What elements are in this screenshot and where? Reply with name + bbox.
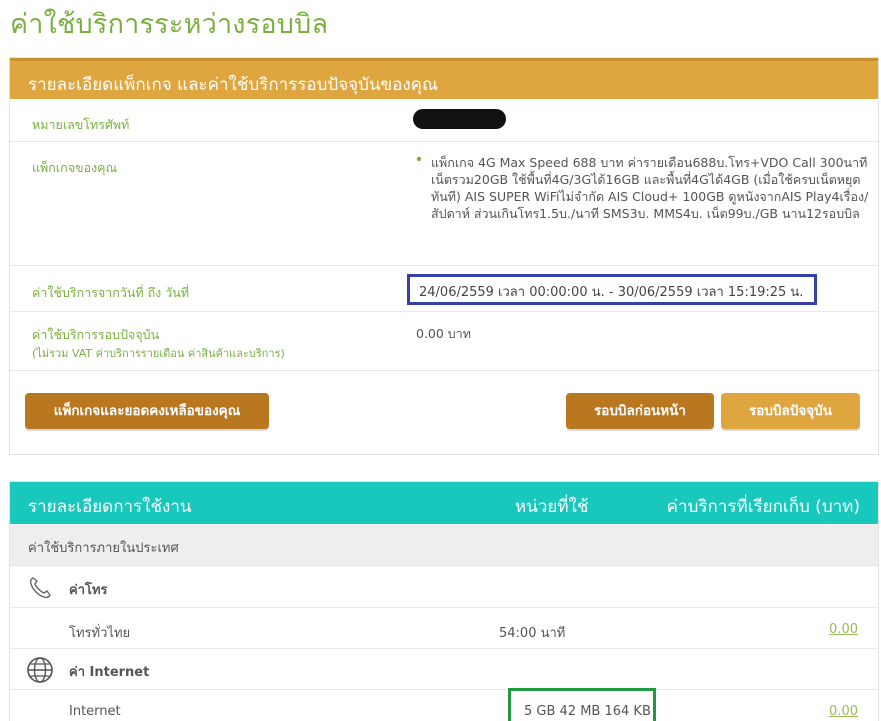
current-charges-label: ค่าใช้บริการรอบปัจจุบัน (32, 327, 160, 342)
page-title: ค่าใช้บริการระหว่างรอบบิล (10, 9, 329, 40)
internet-item-label: Internet (69, 704, 121, 719)
package-panel-header: รายละเอียดแพ็กเกจ และค่าใช้บริการรอบปัจจ… (10, 58, 878, 99)
package-description: แพ็กเกจ 4G Max Speed 688 บาท ค่ารายเดือน… (431, 155, 869, 221)
call-section-label: ค่าโทร (69, 583, 108, 598)
domestic-category-label: ค่าใช้บริการภายในประเทศ (28, 541, 179, 556)
internet-section-label: ค่า Internet (69, 665, 150, 680)
billing-period-value: 24/06/2559 เวลา 00:00:00 น. - 30/06/2559… (419, 285, 804, 300)
usage-table-header: รายละเอียดการใช้งาน หน่วยที่ใช้ ค่าบริกา… (10, 482, 878, 524)
internet-section-row: ค่า Internet (10, 649, 878, 690)
package-label: แพ็กเกจของคุณ (32, 160, 118, 175)
billing-period-label: ค่าใช้บริการจากวันที่ ถึง วันที่ (32, 285, 190, 300)
usage-details-panel: รายละเอียดการใช้งาน หน่วยที่ใช้ ค่าบริกา… (9, 481, 879, 721)
call-item-units: 54:00 นาที (499, 626, 566, 641)
redacted-phone-number (413, 109, 506, 129)
call-section-row: ค่าโทร (10, 567, 878, 608)
previous-bill-button[interactable]: รอบบิลก่อนหน้า (566, 393, 714, 429)
internet-item-fee-link[interactable]: 0.00 (829, 704, 858, 719)
internet-units-highlight (508, 688, 656, 721)
current-charges-value: 0.00 บาท (416, 326, 471, 341)
table-row: โทรทั่วไทย 54:00 นาที 0.00 (10, 608, 878, 649)
package-details-panel: รายละเอียดแพ็กเกจ และค่าใช้บริการรอบปัจจ… (9, 57, 879, 455)
units-header: หน่วยที่ใช้ (515, 497, 589, 517)
usage-detail-header: รายละเอียดการใช้งาน (28, 497, 192, 517)
fee-header: ค่าบริการที่เรียกเก็บ (บาท) (666, 497, 860, 517)
domestic-category-row: ค่าใช้บริการภายในประเทศ (10, 525, 878, 566)
current-charges-note: (ไม่รวม VAT ค่าบริการรายเดือน ค่าสินค้าแ… (32, 347, 285, 360)
call-item-fee-link[interactable]: 0.00 (829, 622, 858, 637)
table-row: Internet 5 GB 42 MB 164 KB 0.00 (10, 690, 878, 721)
bullet-icon (416, 156, 422, 162)
call-item-label: โทรทั่วไทย (69, 626, 131, 641)
phone-icon (29, 577, 51, 599)
package-balance-button[interactable]: แพ็กเกจและยอดคงเหลือของคุณ (25, 393, 269, 429)
phone-number-label: หมายเลขโทรศัพท์ (32, 117, 130, 132)
phone-number-row: หมายเลขโทรศัพท์ (10, 100, 878, 142)
current-charges-row: ค่าใช้บริการรอบปัจจุบัน (ไม่รวม VAT ค่าบ… (10, 312, 878, 371)
globe-icon (27, 657, 53, 683)
current-bill-button[interactable]: รอบบิลปัจจุบัน (721, 393, 860, 429)
